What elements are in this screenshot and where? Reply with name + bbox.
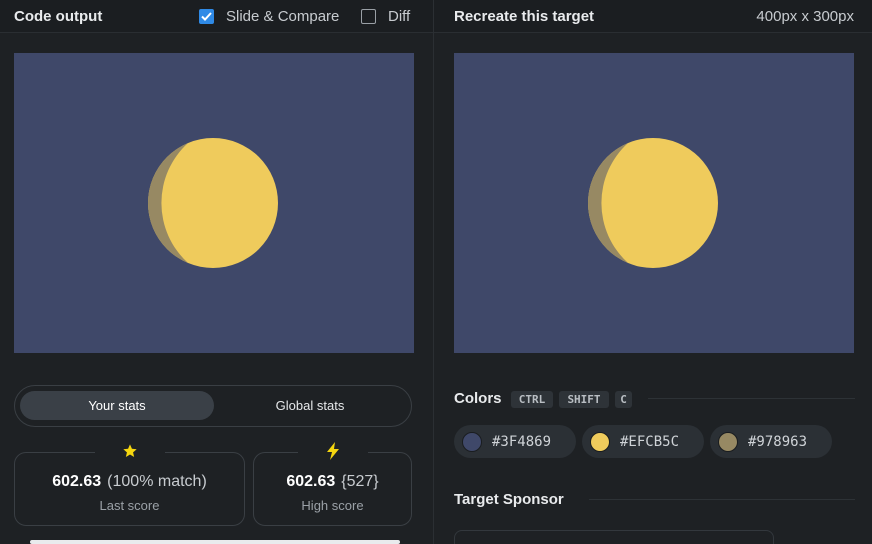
colors-heading: Colors: [454, 390, 502, 407]
slide-compare-label: Slide & Compare: [226, 8, 340, 25]
code-output-canvas[interactable]: [14, 53, 414, 353]
high-score-card: 602.63 {527} High score: [253, 439, 412, 526]
target-dimensions: 400px x 300px: [756, 8, 854, 25]
last-score-label: Last score: [99, 498, 160, 513]
color-dot: [718, 431, 738, 452]
lightning-icon: [297, 439, 368, 463]
code-output-panel: Code output Slide & Compare Diff Your st…: [0, 0, 433, 544]
output-crescent-moon: [148, 138, 278, 268]
diff-label: Diff: [388, 8, 411, 25]
sponsor-card[interactable]: [454, 530, 774, 544]
target-header: Recreate this target 400px x 300px: [434, 0, 872, 33]
color-hex: #3F4869: [492, 433, 552, 450]
last-score-card: 602.63 (100% match) Last score: [14, 439, 245, 526]
target-panel: Recreate this target 400px x 300px Color…: [434, 0, 872, 544]
stats-toggle: Your stats Global stats: [14, 385, 412, 427]
color-dot: [590, 431, 610, 452]
diff-checkbox[interactable]: [361, 9, 376, 24]
target-sponsor-heading: Target Sponsor: [454, 491, 564, 508]
checkmark-icon: [201, 12, 212, 21]
shortcut-key-shift: SHIFT: [559, 391, 609, 408]
bottom-button-edge[interactable]: [30, 540, 400, 544]
shortcut-key-c: C: [615, 391, 632, 408]
high-score-value: 602.63 {527}: [286, 473, 379, 490]
diff-option[interactable]: Diff: [361, 8, 410, 25]
color-hex: #EFCB5C: [620, 433, 680, 450]
color-dot: [462, 431, 482, 452]
star-icon: [94, 439, 165, 463]
last-score-value: 602.63 (100% match): [52, 473, 207, 490]
shortcut-key-ctrl: CTRL: [511, 391, 553, 408]
colors-divider: [648, 398, 855, 399]
slide-compare-option[interactable]: Slide & Compare: [199, 8, 339, 25]
color-hex: #978963: [748, 433, 808, 450]
code-output-header: Code output Slide & Compare Diff: [0, 0, 433, 33]
target-title: Recreate this target: [454, 8, 595, 25]
tab-global-stats[interactable]: Global stats: [215, 391, 405, 420]
target-crescent-moon: [588, 138, 718, 268]
high-score-label: High score: [301, 498, 364, 513]
color-swatch[interactable]: #EFCB5C: [582, 425, 704, 458]
color-swatch[interactable]: #978963: [710, 425, 832, 458]
target-canvas: [454, 53, 854, 353]
code-output-title: Code output: [14, 8, 103, 25]
color-swatch[interactable]: #3F4869: [454, 425, 576, 458]
sponsor-divider: [589, 499, 855, 500]
slide-compare-checkbox[interactable]: [199, 9, 214, 24]
tab-your-stats[interactable]: Your stats: [20, 391, 214, 420]
